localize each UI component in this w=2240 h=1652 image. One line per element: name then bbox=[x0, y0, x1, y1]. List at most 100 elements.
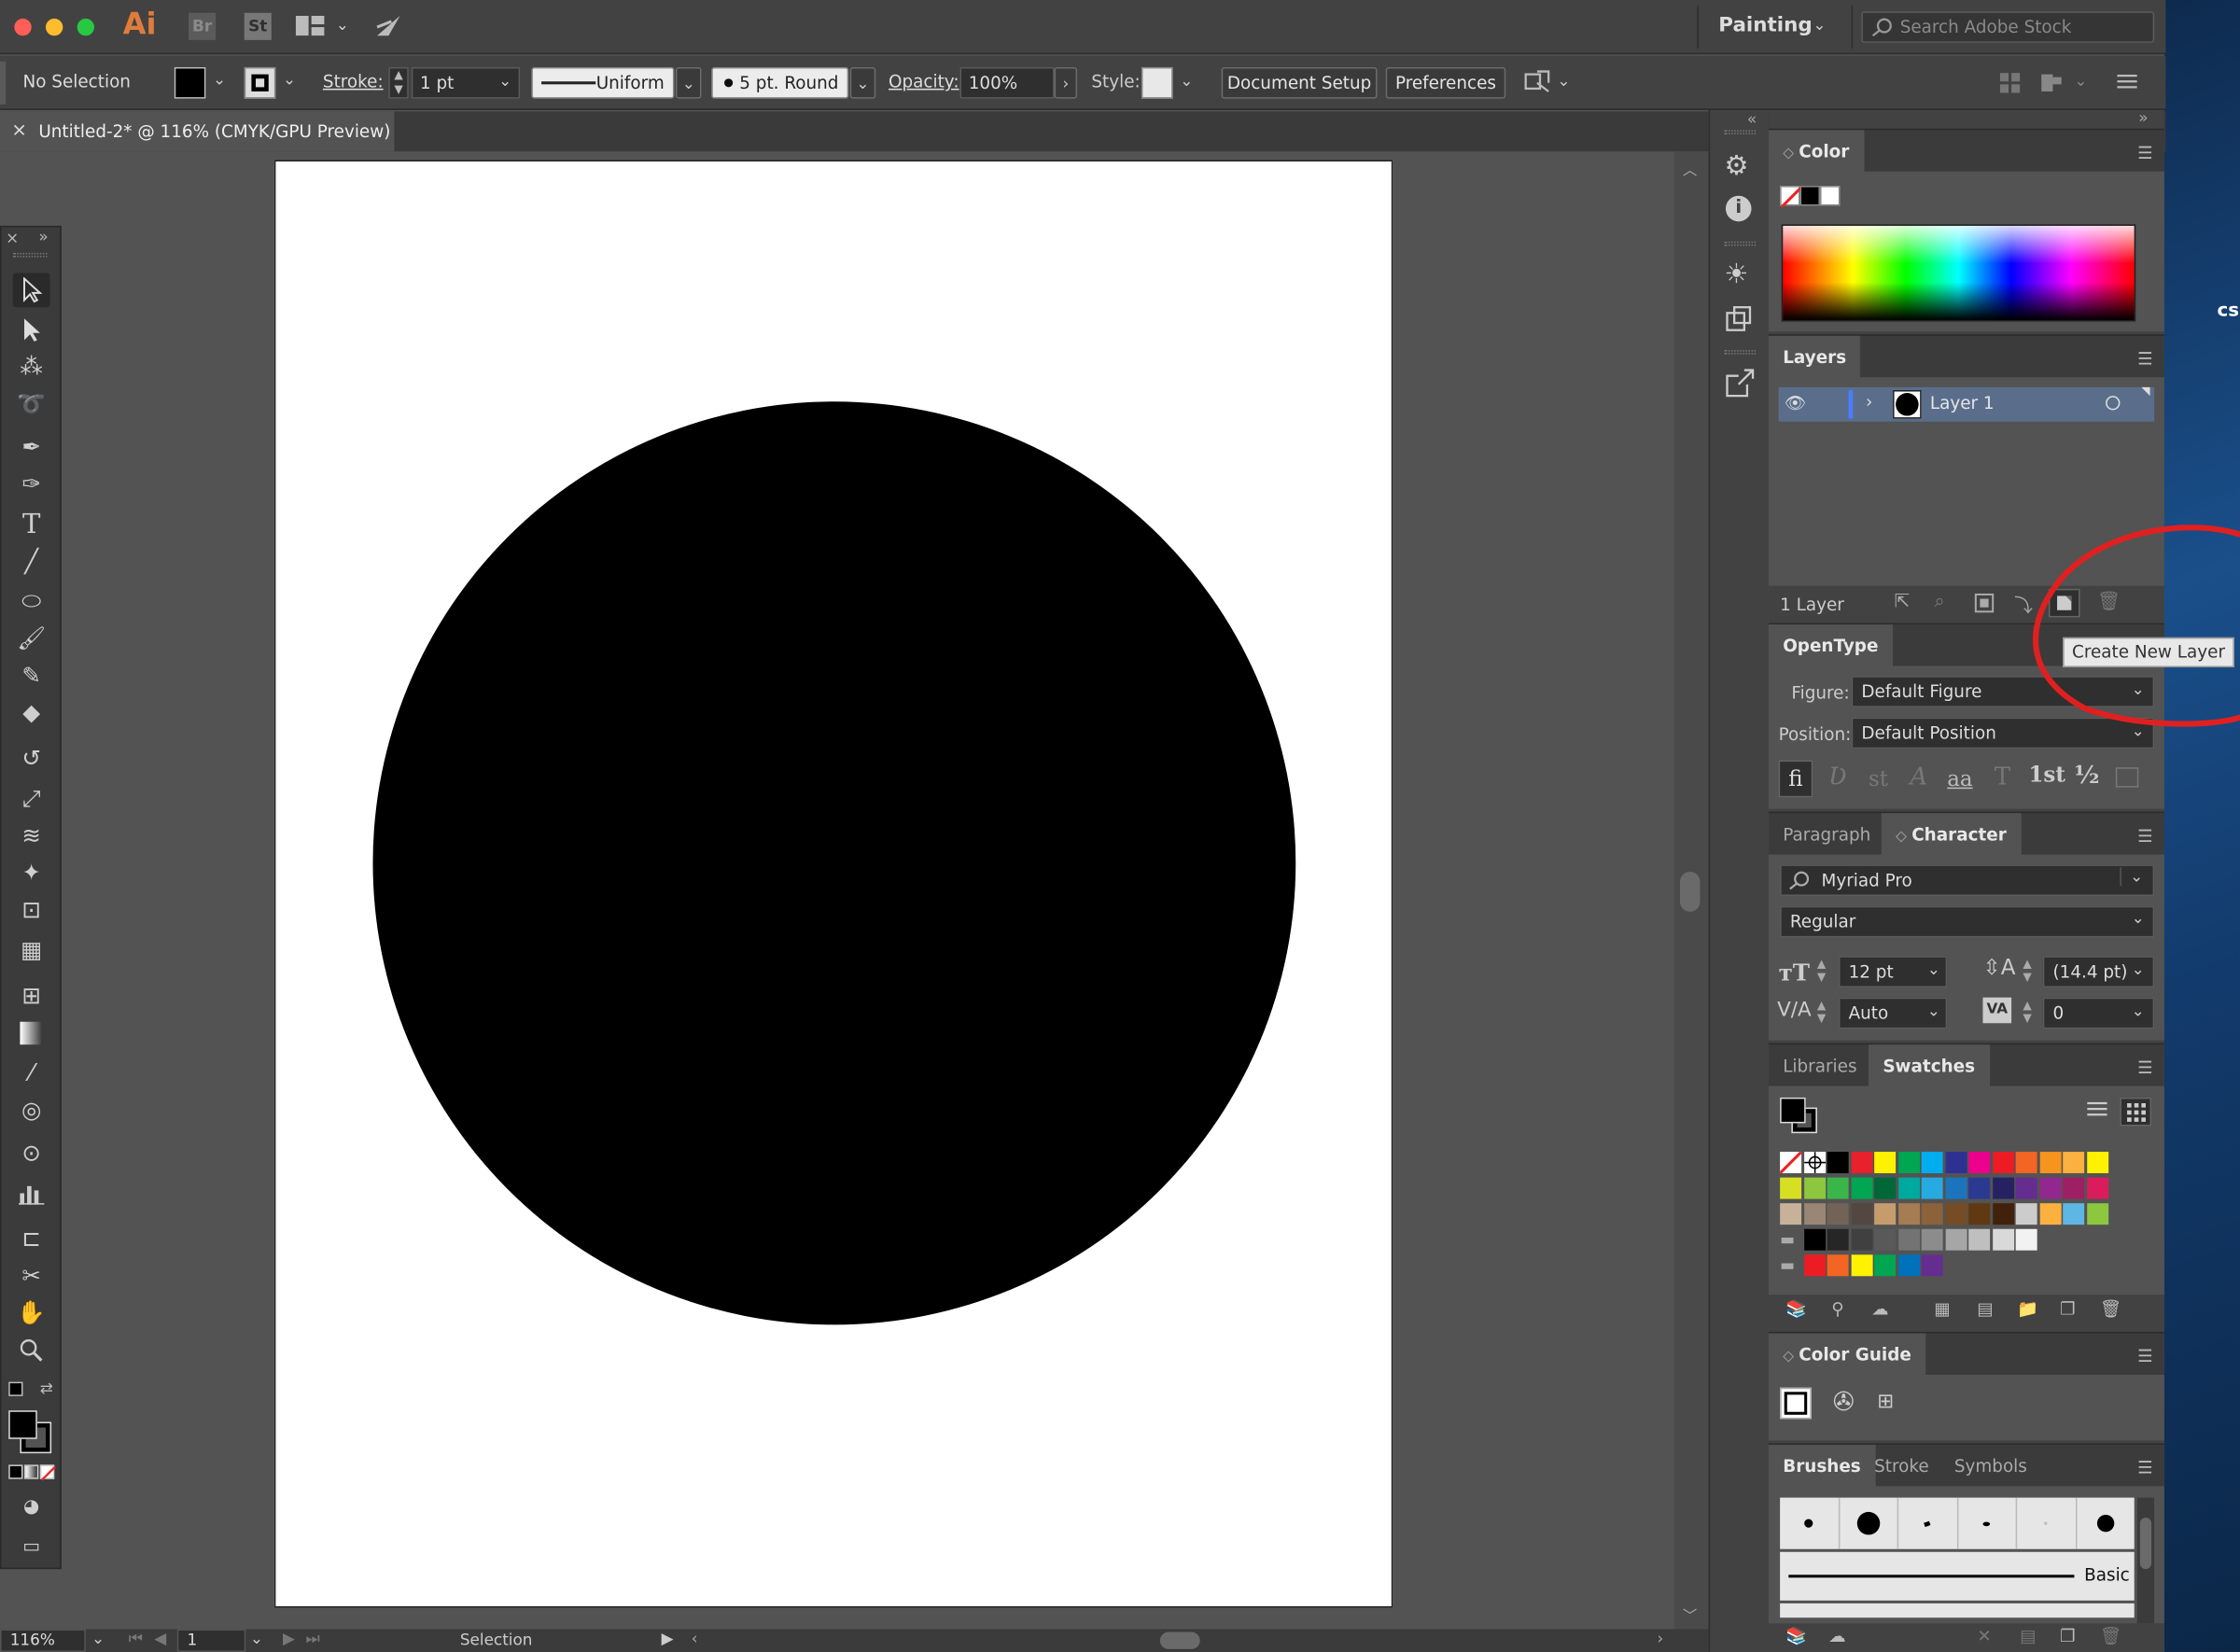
swatch-libraries-icon[interactable]: 📚 bbox=[1785, 1299, 1807, 1319]
swatch[interactable] bbox=[1850, 1203, 1872, 1225]
remove-brush-stroke-icon[interactable]: ✕ bbox=[1977, 1626, 1991, 1645]
titling-alternates-button[interactable]: T bbox=[1995, 763, 2010, 792]
swatch[interactable] bbox=[1803, 1228, 1826, 1251]
cloud-icon[interactable]: ☁ bbox=[1871, 1299, 1888, 1319]
stroke-weight-stepper[interactable]: ▲ ▼ bbox=[388, 66, 409, 99]
new-brush-icon[interactable]: ❐ bbox=[2060, 1626, 2075, 1645]
chevron-down-icon[interactable]: ⌄ bbox=[336, 16, 349, 35]
leading-stepper[interactable]: ▲ ▼ bbox=[2023, 958, 2031, 984]
trash-icon[interactable]: 🗑 bbox=[2100, 1626, 2121, 1645]
swatch[interactable] bbox=[2063, 1152, 2085, 1174]
stock-search-input[interactable]: Search Adobe Stock bbox=[1861, 11, 2155, 43]
white-color-icon[interactable] bbox=[1819, 186, 1841, 206]
swatch[interactable] bbox=[1992, 1228, 2014, 1251]
swatch[interactable] bbox=[1803, 1203, 1826, 1225]
swatch[interactable] bbox=[1780, 1177, 1802, 1199]
discretionary-ligatures-button[interactable]: st bbox=[1869, 766, 1888, 792]
symbol-sprayer-tool-icon[interactable]: ⊙ bbox=[13, 1136, 50, 1170]
ordinals-button[interactable]: 1st bbox=[2028, 762, 2065, 788]
vertical-scrollbar[interactable]: ︿ ﹀ bbox=[1673, 151, 1709, 1630]
properties-icon[interactable]: ⚙ bbox=[1724, 150, 1748, 182]
artboard-tool-icon[interactable]: ⊏ bbox=[13, 1222, 50, 1256]
chevron-down-icon[interactable]: ⌄ bbox=[1813, 16, 1826, 35]
show-kinds-icon[interactable]: ⚲ bbox=[1831, 1299, 1843, 1319]
tab-color-guide[interactable]: ◇ Color Guide bbox=[1768, 1333, 1926, 1377]
color-spectrum[interactable] bbox=[1781, 224, 2136, 322]
libraries-panel-icon[interactable]: ☁ bbox=[1828, 1626, 1845, 1645]
arrange-icon[interactable] bbox=[1523, 68, 1552, 98]
chevron-down-icon[interactable]: ⌄ bbox=[498, 72, 511, 91]
none-swatch[interactable] bbox=[1780, 1152, 1802, 1174]
brush-definition[interactable]: 5 pt. Round bbox=[711, 66, 849, 99]
thumbnail-view-icon[interactable] bbox=[2120, 1097, 2152, 1127]
scale-tool-icon[interactable]: ⤢ bbox=[13, 782, 50, 817]
stock-button[interactable]: St bbox=[244, 12, 272, 40]
color-group-folder-icon[interactable]: ▬ bbox=[1780, 1254, 1801, 1276]
tab-opentype[interactable]: OpenType bbox=[1768, 624, 1893, 668]
swatch[interactable] bbox=[2086, 1152, 2108, 1174]
chevron-down-icon[interactable]: ⌄ bbox=[2120, 867, 2143, 887]
scroll-left-icon[interactable]: ‹ bbox=[692, 1629, 698, 1647]
default-colors-icon[interactable] bbox=[8, 1381, 23, 1396]
none-color-icon[interactable] bbox=[1780, 186, 1802, 208]
swatch[interactable] bbox=[2015, 1228, 2037, 1251]
graphic-style-swatch[interactable] bbox=[1141, 66, 1173, 99]
info-icon[interactable]: i bbox=[1725, 195, 1752, 222]
fractions-button[interactable]: ½ bbox=[2074, 762, 2099, 791]
chevron-down-icon[interactable]: ⌄ bbox=[2074, 72, 2087, 91]
list-view-icon[interactable] bbox=[2087, 1100, 2107, 1122]
swatch[interactable] bbox=[1827, 1228, 1849, 1251]
brush-10pt-round[interactable] bbox=[1840, 1497, 1899, 1549]
artboard[interactable] bbox=[273, 160, 1393, 1608]
swatch[interactable] bbox=[1803, 1177, 1826, 1199]
swatch[interactable] bbox=[1850, 1152, 1872, 1174]
zoom-field[interactable]: 116% bbox=[0, 1629, 86, 1652]
export-layer-icon[interactable]: ⇱ bbox=[1895, 592, 1911, 613]
brush-dropdown-button[interactable]: ⌄ bbox=[849, 66, 876, 99]
swatch[interactable] bbox=[2086, 1203, 2108, 1225]
swatch[interactable] bbox=[1944, 1228, 1967, 1251]
stroke-label[interactable]: Stroke: bbox=[323, 72, 384, 91]
tab-stroke[interactable]: Stroke bbox=[1860, 1445, 1943, 1488]
eye-icon[interactable]: 👁 bbox=[1785, 393, 1806, 413]
color-group-folder-icon[interactable]: ▬ bbox=[1780, 1229, 1801, 1251]
swatch[interactable] bbox=[1850, 1228, 1872, 1251]
scroll-down-icon[interactable]: ﹀ bbox=[1683, 1603, 1697, 1625]
transform-icon[interactable] bbox=[1724, 304, 1753, 337]
swatch-options-icon[interactable]: ▦ bbox=[1934, 1299, 1950, 1319]
chevron-down-icon[interactable]: ⌄ bbox=[2132, 909, 2145, 928]
swatch[interactable] bbox=[1992, 1152, 2014, 1174]
artboard-number-field[interactable]: 1 bbox=[176, 1629, 246, 1652]
panel-menu-icon[interactable]: ☰ bbox=[2137, 349, 2152, 369]
previous-artboard-icon[interactable]: ◀ bbox=[154, 1629, 166, 1647]
chevron-down-icon[interactable]: ⌄ bbox=[1557, 72, 1570, 91]
registration-swatch[interactable] bbox=[1803, 1152, 1826, 1174]
fill-swatch[interactable] bbox=[174, 66, 206, 99]
collapse-panels-icon[interactable]: » bbox=[2138, 108, 2148, 127]
swatch[interactable] bbox=[1921, 1177, 1943, 1199]
chevron-down-icon[interactable]: ⌄ bbox=[1180, 72, 1193, 91]
screen-mode-icon[interactable]: ▭ bbox=[13, 1531, 50, 1565]
swatch[interactable] bbox=[1827, 1152, 1849, 1174]
contextual-alternates-button[interactable]: Ʋ bbox=[1828, 763, 1847, 792]
close-window-button[interactable] bbox=[14, 18, 32, 36]
align-icon[interactable] bbox=[2038, 72, 2065, 99]
swatch[interactable] bbox=[1968, 1228, 1991, 1251]
font-style-select[interactable]: Regular bbox=[1780, 905, 2155, 938]
swap-colors-icon[interactable]: ⇄ bbox=[40, 1379, 53, 1398]
brush-faint[interactable] bbox=[2017, 1497, 2077, 1549]
stylistic-alternates-button[interactable]: aa bbox=[1947, 766, 1972, 792]
brush-oval-flat[interactable] bbox=[1958, 1497, 2018, 1549]
swash-button[interactable]: A bbox=[1910, 763, 1927, 792]
gpu-performance-icon[interactable] bbox=[374, 13, 403, 43]
ellipse-tool-icon[interactable]: ⬭ bbox=[13, 584, 50, 619]
expand-layer-icon[interactable]: › bbox=[1866, 392, 1872, 412]
chevron-down-icon[interactable]: ⌄ bbox=[283, 70, 296, 89]
tab-symbols[interactable]: Symbols bbox=[1940, 1445, 2042, 1488]
black-color-icon[interactable] bbox=[1799, 186, 1820, 206]
new-swatch-icon[interactable]: ❐ bbox=[2060, 1299, 2075, 1319]
swatch[interactable] bbox=[1827, 1177, 1849, 1199]
opacity-expand-button[interactable]: › bbox=[1054, 66, 1078, 99]
swatch[interactable] bbox=[2015, 1152, 2037, 1174]
swatch[interactable] bbox=[2015, 1203, 2037, 1225]
